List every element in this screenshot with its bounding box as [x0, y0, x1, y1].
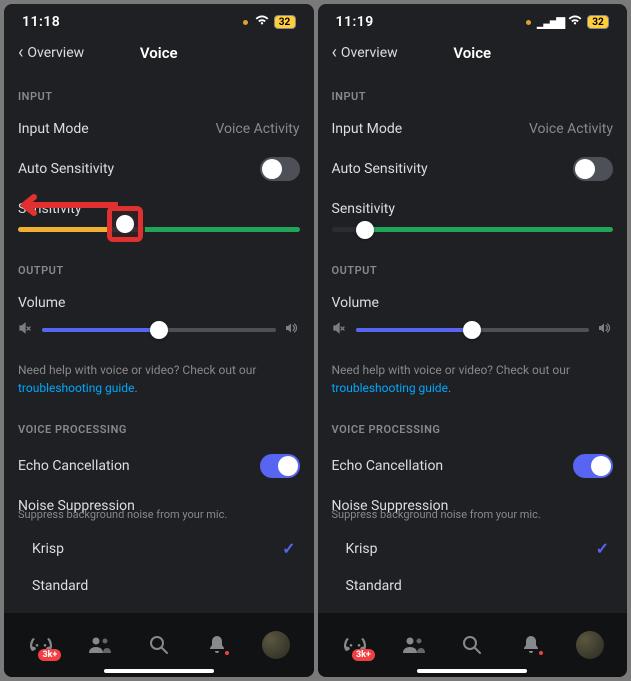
- help-text: Need help with voice or video? Check out…: [18, 353, 300, 405]
- page-title: Voice: [453, 44, 491, 62]
- avatar: [576, 631, 604, 659]
- section-header-voice-processing: VOICE PROCESSING: [18, 405, 300, 444]
- troubleshooting-link[interactable]: troubleshooting guide: [332, 381, 448, 395]
- bottom-tab-bar: 3k+: [318, 613, 628, 677]
- tab-notifications[interactable]: [509, 623, 553, 667]
- troubleshooting-link[interactable]: troubleshooting guide: [18, 381, 134, 395]
- bottom-tab-bar: 3k+: [4, 613, 314, 677]
- back-label: Overview: [27, 45, 84, 61]
- auto-sensitivity-toggle[interactable]: [573, 157, 613, 181]
- checkmark-icon: ✓: [282, 539, 299, 558]
- phone-left: 11:18 32 ‹ Overview Voice INPUT Input Mo…: [4, 4, 314, 677]
- volume-slider[interactable]: [332, 315, 614, 353]
- section-header-input: INPUT: [332, 72, 614, 111]
- noise-option-standard[interactable]: Standard: [332, 568, 614, 604]
- chevron-left-icon: ‹: [18, 44, 23, 62]
- annotation-highlight-box: [107, 206, 143, 242]
- auto-sensitivity-row: Auto Sensitivity: [332, 147, 614, 191]
- tab-notifications[interactable]: [195, 623, 239, 667]
- input-mode-label: Input Mode: [18, 121, 89, 137]
- volume-up-icon: [284, 321, 300, 339]
- input-mode-row[interactable]: Input Mode Voice Activity: [18, 111, 300, 147]
- volume-slider[interactable]: [18, 315, 300, 353]
- phone-right: 11:19 ▁▃▅▇ 32 ‹ Overview Voice INPUT I: [318, 4, 628, 677]
- status-icons: 32: [243, 14, 296, 30]
- echo-cancellation-toggle[interactable]: [260, 454, 300, 478]
- location-dot-icon: [243, 20, 248, 25]
- noise-option-krisp[interactable]: Krisp ✓: [332, 529, 614, 568]
- tab-search[interactable]: [137, 623, 181, 667]
- tab-friends[interactable]: [392, 623, 436, 667]
- tab-friends[interactable]: [78, 623, 122, 667]
- noise-suppression-subtext: Suppress background noise from your mic.: [18, 508, 300, 529]
- status-icons: ▁▃▅▇ 32: [526, 14, 609, 30]
- input-mode-label: Input Mode: [332, 121, 403, 137]
- sensitivity-slider[interactable]: [332, 221, 614, 246]
- checkmark-icon: ✓: [596, 539, 613, 558]
- nav-bar: ‹ Overview Voice: [318, 34, 628, 72]
- notification-dot-icon: [223, 649, 231, 657]
- status-bar: 11:18 32: [4, 4, 314, 34]
- notification-dot-icon: [537, 649, 545, 657]
- input-mode-value: Voice Activity: [215, 121, 299, 137]
- wifi-icon: [567, 14, 583, 30]
- tab-profile[interactable]: [254, 623, 298, 667]
- noise-option-standard[interactable]: Standard: [18, 568, 300, 604]
- volume-label-row: Volume: [18, 285, 300, 315]
- tab-profile[interactable]: [568, 623, 612, 667]
- location-dot-icon: [526, 20, 531, 25]
- volume-up-icon: [597, 321, 613, 339]
- help-text: Need help with voice or video? Check out…: [332, 353, 614, 405]
- sensitivity-label: Sensitivity: [332, 201, 395, 217]
- back-button[interactable]: ‹ Overview: [332, 44, 398, 62]
- cellular-icon: ▁▃▅▇: [537, 16, 563, 29]
- echo-cancellation-row: Echo Cancellation: [332, 444, 614, 488]
- home-indicator: [104, 669, 214, 673]
- section-header-voice-processing: VOICE PROCESSING: [332, 405, 614, 444]
- battery-icon: 32: [274, 15, 296, 29]
- annotation-arrow-icon: [18, 193, 118, 217]
- back-label: Overview: [341, 45, 398, 61]
- battery-icon: 32: [587, 15, 609, 29]
- input-mode-row[interactable]: Input Mode Voice Activity: [332, 111, 614, 147]
- volume-mute-icon: [332, 321, 348, 339]
- echo-cancellation-row: Echo Cancellation: [18, 444, 300, 488]
- section-header-output: OUTPUT: [332, 246, 614, 285]
- tab-search[interactable]: [450, 623, 494, 667]
- servers-badge: 3k+: [38, 649, 61, 661]
- section-header-output: OUTPUT: [18, 246, 300, 285]
- nav-bar: ‹ Overview Voice: [4, 34, 314, 72]
- status-bar: 11:19 ▁▃▅▇ 32: [318, 4, 628, 34]
- sensitivity-label-row: Sensitivity: [332, 191, 614, 221]
- echo-cancellation-toggle[interactable]: [573, 454, 613, 478]
- volume-mute-icon: [18, 321, 34, 339]
- volume-label-row: Volume: [332, 285, 614, 315]
- noise-option-krisp[interactable]: Krisp ✓: [18, 529, 300, 568]
- input-mode-value: Voice Activity: [529, 121, 613, 137]
- echo-cancellation-label: Echo Cancellation: [18, 458, 130, 474]
- avatar: [262, 631, 290, 659]
- auto-sensitivity-toggle[interactable]: [260, 157, 300, 181]
- tab-servers[interactable]: 3k+: [19, 623, 63, 667]
- home-indicator: [417, 669, 527, 673]
- servers-badge: 3k+: [352, 649, 375, 661]
- echo-cancellation-label: Echo Cancellation: [332, 458, 444, 474]
- sensitivity-slider[interactable]: [18, 221, 300, 246]
- noise-suppression-subtext: Suppress background noise from your mic.: [332, 508, 614, 529]
- tab-servers[interactable]: 3k+: [333, 623, 377, 667]
- volume-label: Volume: [18, 295, 65, 311]
- auto-sensitivity-label: Auto Sensitivity: [18, 161, 114, 177]
- chevron-left-icon: ‹: [332, 44, 337, 62]
- auto-sensitivity-row: Auto Sensitivity: [18, 147, 300, 191]
- back-button[interactable]: ‹ Overview: [18, 44, 84, 62]
- wifi-icon: [254, 14, 270, 30]
- volume-label: Volume: [332, 295, 379, 311]
- status-time: 11:18: [22, 14, 60, 30]
- status-time: 11:19: [336, 14, 374, 30]
- section-header-input: INPUT: [18, 72, 300, 111]
- page-title: Voice: [140, 44, 178, 62]
- auto-sensitivity-label: Auto Sensitivity: [332, 161, 428, 177]
